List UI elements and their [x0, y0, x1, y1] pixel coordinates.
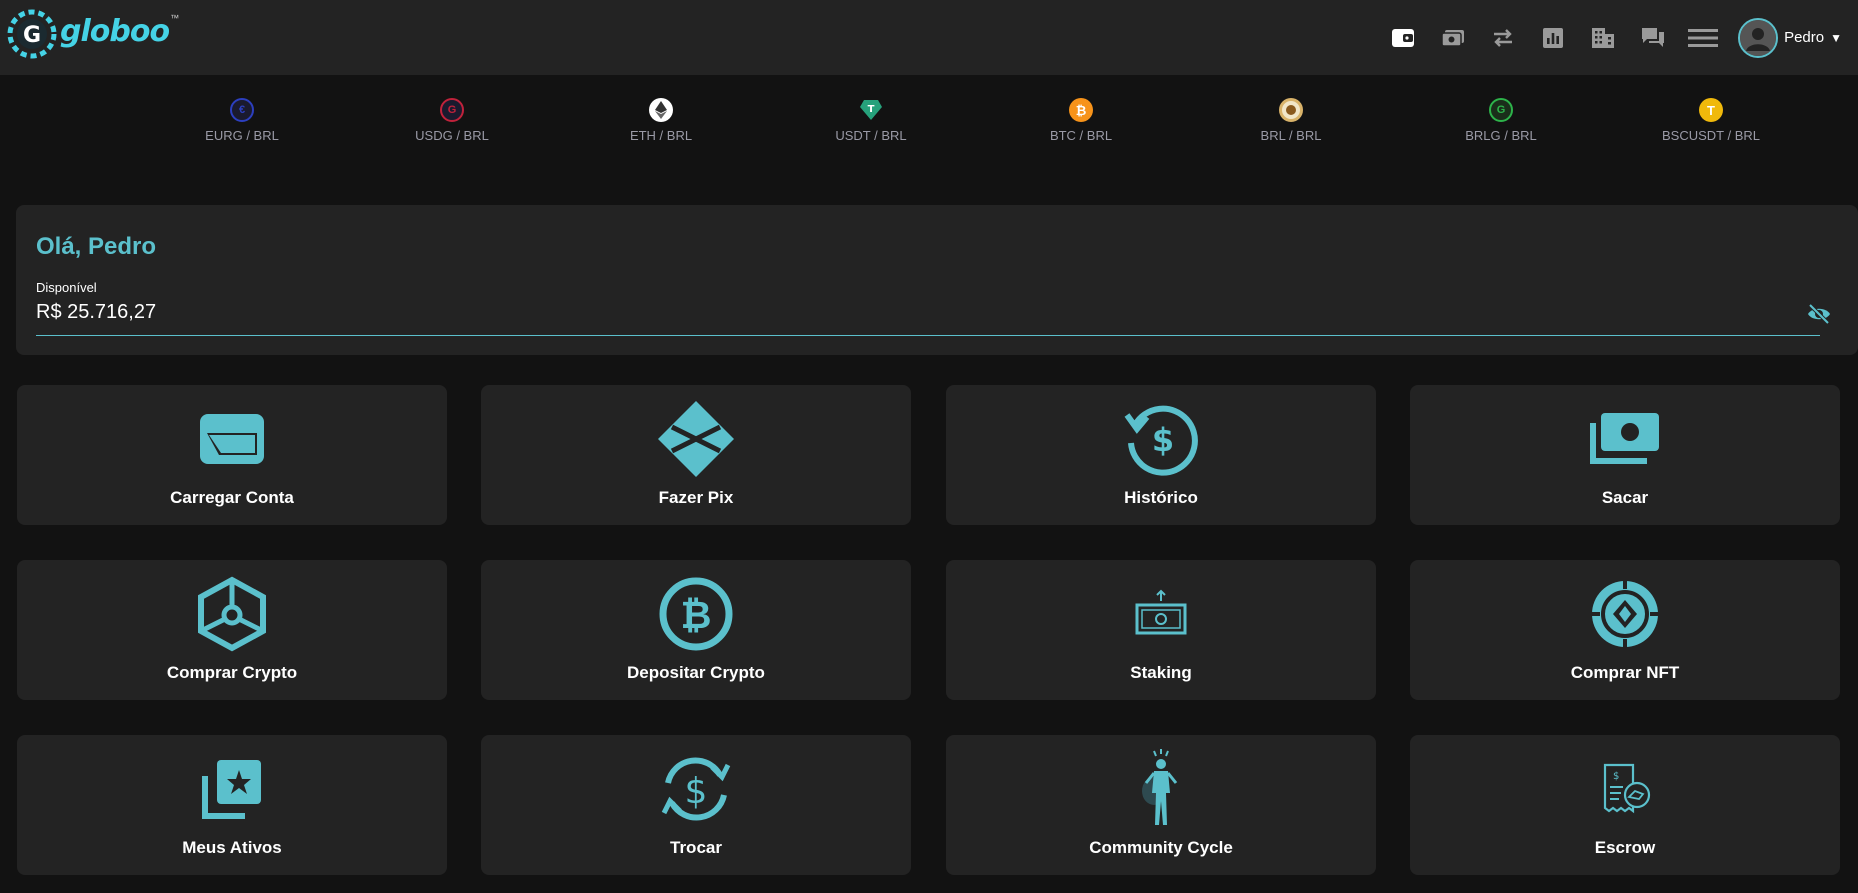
dollar-exchange-icon: $ [656, 749, 736, 829]
action-label: Trocar [670, 838, 722, 857]
cash-icon[interactable] [1428, 13, 1478, 63]
ticker-pair: BRLG / BRL [1465, 128, 1537, 143]
action-carregar-conta[interactable]: Carregar Conta [17, 385, 447, 525]
action-label: Fazer Pix [658, 488, 734, 507]
svg-text:$: $ [1152, 421, 1174, 459]
action-label: Depositar Crypto [627, 663, 765, 682]
action-fazer-pix[interactable]: Fazer Pix [481, 385, 911, 525]
svg-text:$: $ [1613, 771, 1619, 782]
staking-banknote-icon [1121, 574, 1201, 654]
action-label: Meus Ativos [182, 838, 282, 857]
ticker-pair: USDT / BRL [835, 128, 907, 143]
usdg-coin-icon: G [440, 98, 464, 122]
eye-off-icon[interactable] [1806, 301, 1832, 327]
bitcoin-circle-icon: ₿ [656, 574, 736, 654]
person-bag-icon [1121, 749, 1201, 829]
available-balance: R$ 25.716,27 [36, 301, 157, 323]
ticker-bar: € EURG / BRL G USDG / BRL ETH / BRL T US… [100, 98, 1770, 148]
svg-text:$: $ [685, 771, 708, 812]
svg-text:₿: ₿ [681, 593, 712, 637]
user-menu[interactable]: Pedro ▼ [1738, 17, 1842, 58]
avatar [1738, 17, 1779, 58]
ticker-pair: EURG / BRL [205, 128, 279, 143]
nft-chip-icon [1585, 574, 1665, 654]
ticker-pair: BSCUSDT / BRL [1661, 128, 1760, 143]
ticker-brlg[interactable]: G BRLG / BRL [1431, 98, 1571, 143]
btc-coin-icon: ₿ [1069, 98, 1093, 122]
eth-coin-icon [649, 98, 673, 122]
star-photos-icon [192, 749, 272, 829]
ticker-eth[interactable]: ETH / BRL [591, 98, 731, 143]
logo-text: globoo [60, 13, 170, 49]
ticker-brl[interactable]: BRL / BRL [1221, 98, 1361, 143]
globoo-logo[interactable]: G globoo ™ [6, 8, 179, 60]
chevron-down-icon: ▼ [1830, 30, 1842, 45]
greeting: Olá, Pedro [36, 233, 157, 260]
action-label: Comprar Crypto [166, 663, 298, 682]
ticker-bscusdt[interactable]: T BSCUSDT / BRL [1641, 98, 1781, 143]
top-header: G globoo ™ Pedro ▼ [0, 0, 1858, 75]
action-sacar[interactable]: Sacar [1410, 385, 1840, 525]
action-meus-ativos[interactable]: Meus Ativos [17, 735, 447, 875]
ticker-pair: BTC / BRL [1049, 128, 1113, 143]
ticker-usdt[interactable]: T USDT / BRL [801, 98, 941, 143]
ticker-pair: BRL / BRL [1260, 128, 1322, 143]
usdt-coin-icon: T [859, 98, 883, 122]
action-historico[interactable]: $ Histórico [946, 385, 1376, 525]
action-label: Staking [1130, 663, 1192, 682]
action-staking[interactable]: Staking [946, 560, 1376, 700]
action-label: Histórico [1124, 488, 1198, 507]
building-icon[interactable] [1578, 13, 1628, 63]
pix-icon [656, 399, 736, 479]
globoo-logo-mark-icon: G [6, 8, 58, 60]
action-comprar-crypto[interactable]: Comprar Crypto [17, 560, 447, 700]
balance-underline [36, 335, 1820, 336]
action-trocar[interactable]: $ Trocar [481, 735, 911, 875]
svg-text:T: T [868, 104, 875, 115]
wallet-icon[interactable] [1378, 13, 1428, 63]
hexagon-crypto-icon [192, 574, 272, 654]
ticker-btc[interactable]: ₿ BTC / BRL [1011, 98, 1151, 143]
chart-icon[interactable] [1528, 13, 1578, 63]
swap-arrows-icon[interactable] [1478, 13, 1528, 63]
action-label: Community Cycle [1089, 838, 1233, 857]
logo-trademark: ™ [170, 13, 180, 23]
action-escrow[interactable]: $ Escrow [1410, 735, 1840, 875]
action-depositar-crypto[interactable]: ₿ Depositar Crypto [481, 560, 911, 700]
available-label: Disponível [36, 280, 97, 295]
history-dollar-icon: $ [1121, 399, 1201, 479]
header-nav: Pedro ▼ [1378, 0, 1858, 75]
ticker-eurg[interactable]: € EURG / BRL [172, 98, 312, 143]
action-community-cycle[interactable]: Community Cycle [946, 735, 1376, 875]
brl-coin-icon [1279, 98, 1303, 122]
balance-card: Olá, Pedro Disponível R$ 25.716,27 [16, 205, 1858, 355]
svg-text:G: G [23, 23, 41, 48]
action-comprar-nft[interactable]: Comprar NFT [1410, 560, 1840, 700]
user-name: Pedro [1784, 29, 1825, 46]
ticker-usdg[interactable]: G USDG / BRL [382, 98, 522, 143]
action-label: Escrow [1594, 838, 1656, 857]
card-icon [192, 399, 272, 479]
ticker-pair: USDG / BRL [415, 128, 489, 143]
menu-icon[interactable] [1678, 13, 1728, 63]
chat-icon[interactable] [1628, 13, 1678, 63]
money-stack-icon [1585, 399, 1665, 479]
bscusdt-coin-icon: T [1699, 98, 1723, 122]
action-label: Comprar NFT [1570, 663, 1680, 682]
action-label: Carregar Conta [170, 488, 294, 507]
ticker-pair: ETH / BRL [629, 128, 693, 143]
action-label: Sacar [1601, 488, 1649, 507]
escrow-receipt-icon: $ [1585, 749, 1665, 829]
eurg-coin-icon: € [230, 98, 254, 122]
brlg-coin-icon: G [1489, 98, 1513, 122]
